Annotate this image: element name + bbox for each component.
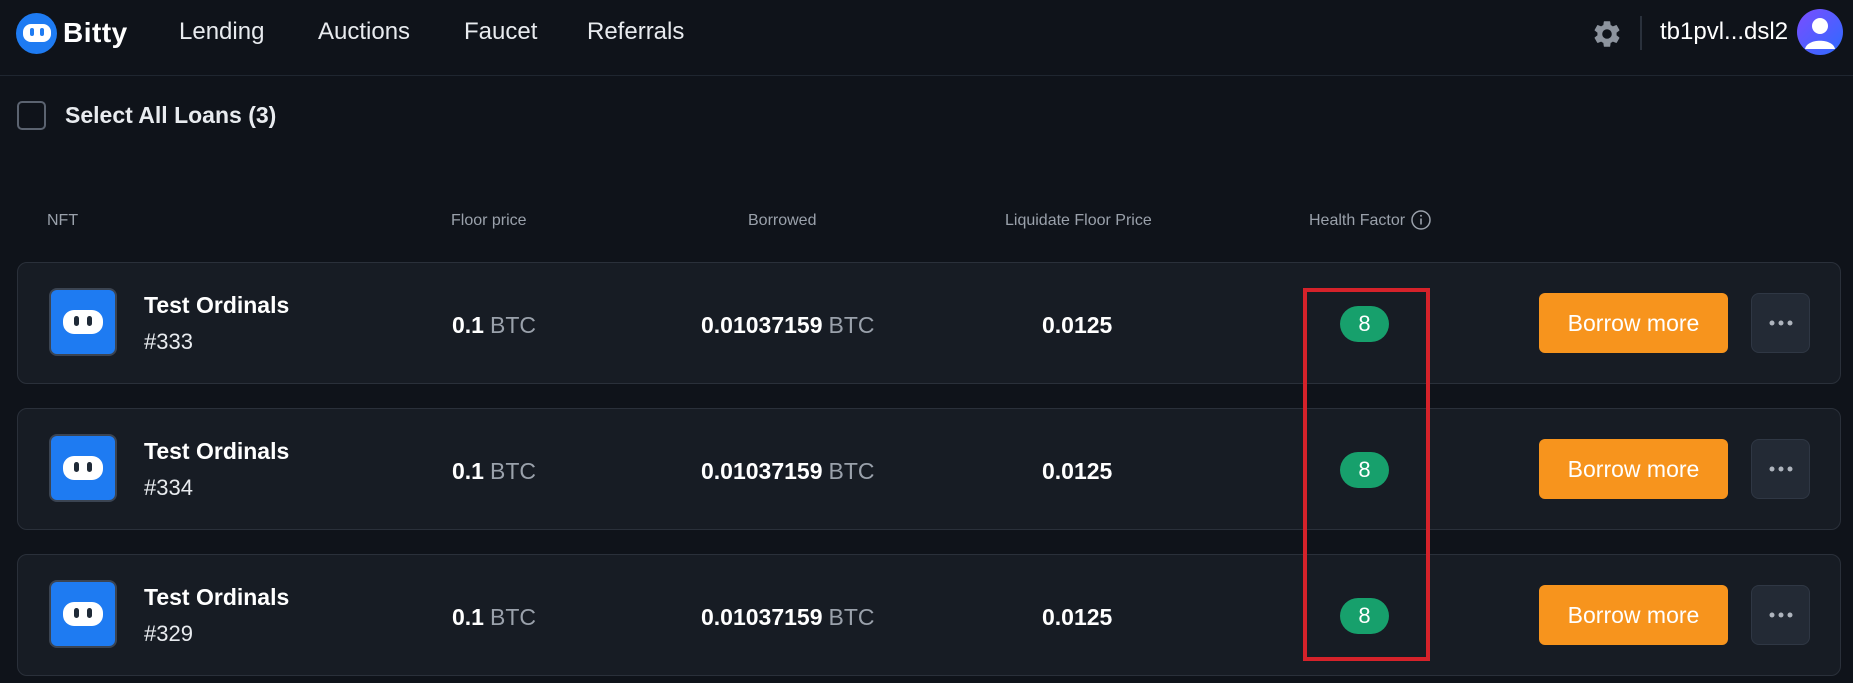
brand-name: Bitty [63, 17, 128, 48]
floor-price-unit: BTC [489, 604, 536, 630]
nav-referrals[interactable]: Referrals [587, 18, 684, 46]
column-header-nft: NFT [47, 212, 79, 229]
health-factor-badge: 8 [1340, 598, 1389, 634]
column-header-borrowed: Borrowed [748, 212, 817, 229]
health-factor-badge: 8 [1340, 306, 1389, 342]
nft-id: #333 [144, 329, 193, 354]
floor-price-amount: 0.1 [452, 604, 484, 630]
liquidate-floor-price-value: 0.0125 [1042, 604, 1113, 630]
loan-row: Test Ordinals #333 0.1 BTC 0.01037159 BTC … [17, 262, 1841, 384]
select-all-label: Select All Loans (3) [65, 102, 277, 128]
ellipsis-icon [1769, 320, 1792, 326]
floor-price-amount: 0.1 [452, 312, 484, 338]
column-header-liquidate-floor-price: Liquidate Floor Price [1005, 212, 1152, 229]
borrowed-amount: 0.01037159 [701, 604, 823, 630]
nft-thumbnail[interactable] [49, 580, 117, 648]
nav-faucet[interactable]: Faucet [464, 18, 537, 46]
brand-logo[interactable]: Bitty [16, 11, 128, 55]
nft-thumbnail[interactable] [49, 434, 117, 502]
bitty-logo-icon [16, 12, 57, 54]
select-all-checkbox[interactable] [17, 101, 46, 130]
user-avatar-icon[interactable] [1797, 9, 1843, 55]
floor-price-amount: 0.1 [452, 458, 484, 484]
floor-price-value: 0.1 BTC [452, 458, 536, 485]
nft-name: Test Ordinals [144, 584, 290, 610]
nav-lending[interactable]: Lending [179, 18, 264, 46]
borrow-more-button[interactable]: Borrow more [1539, 585, 1728, 645]
select-all-loans[interactable]: Select All Loans (3) [17, 101, 276, 130]
floor-price-unit: BTC [489, 458, 536, 484]
ellipsis-icon [1769, 612, 1792, 618]
floor-price-value: 0.1 BTC [452, 604, 536, 631]
floor-price-unit: BTC [489, 312, 536, 338]
borrowed-unit: BTC [828, 458, 875, 484]
more-options-button[interactable] [1751, 585, 1810, 645]
nft-name: Test Ordinals [144, 292, 290, 318]
borrow-more-button[interactable]: Borrow more [1539, 439, 1728, 499]
borrowed-amount: 0.01037159 [701, 458, 823, 484]
loan-row: Test Ordinals #334 0.1 BTC 0.01037159 BTC … [17, 408, 1841, 530]
borrow-more-button[interactable]: Borrow more [1539, 293, 1728, 353]
gear-icon[interactable] [1591, 18, 1623, 50]
borrowed-value: 0.01037159 BTC [701, 458, 875, 485]
borrowed-value: 0.01037159 BTC [701, 604, 875, 631]
borrowed-unit: BTC [828, 604, 875, 630]
health-factor-badge: 8 [1340, 452, 1389, 488]
ellipsis-icon [1769, 466, 1792, 472]
liquidate-floor-price-value: 0.0125 [1042, 312, 1113, 338]
wallet-address[interactable]: tb1pvl...dsl2 [1660, 18, 1788, 46]
loan-row: Test Ordinals #329 0.1 BTC 0.01037159 BTC … [17, 554, 1841, 676]
header-divider [1640, 16, 1642, 50]
nav-auctions[interactable]: Auctions [318, 18, 410, 46]
more-options-button[interactable] [1751, 439, 1810, 499]
nft-name: Test Ordinals [144, 438, 290, 464]
borrowed-amount: 0.01037159 [701, 312, 823, 338]
more-options-button[interactable] [1751, 293, 1810, 353]
nft-id: #334 [144, 475, 193, 500]
info-icon[interactable] [1410, 209, 1432, 231]
top-navbar: Bitty Lending Auctions Faucet Referrals … [0, 0, 1853, 76]
column-header-health-factor: Health Factor [1309, 212, 1406, 229]
borrowed-value: 0.01037159 BTC [701, 312, 875, 339]
floor-price-value: 0.1 BTC [452, 312, 536, 339]
borrowed-unit: BTC [828, 312, 875, 338]
nft-thumbnail[interactable] [49, 288, 117, 356]
nft-id: #329 [144, 621, 193, 646]
liquidate-floor-price-value: 0.0125 [1042, 458, 1113, 484]
column-header-floor-price: Floor price [451, 212, 527, 229]
